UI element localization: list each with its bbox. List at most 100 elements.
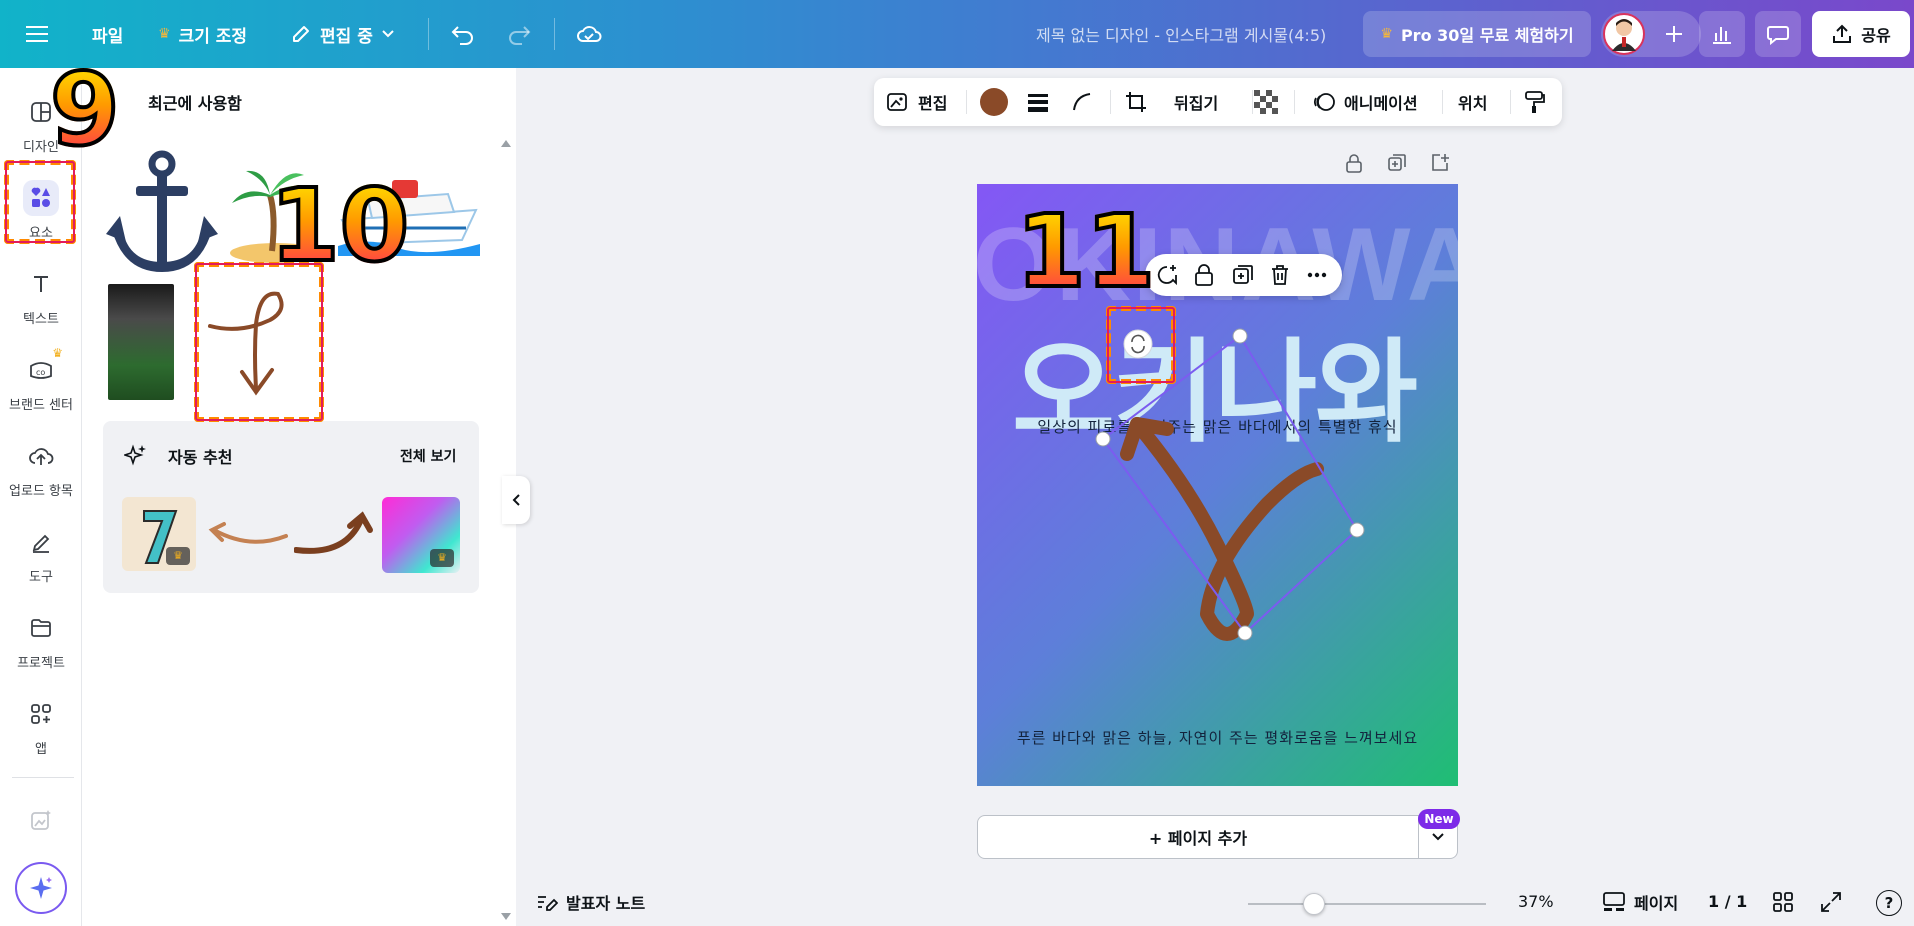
insights-button[interactable] [1699,11,1745,57]
fullscreen-button[interactable] [1820,891,1842,913]
pro-trial-label: Pro 30일 무료 체험하기 [1400,26,1574,45]
lock-page-button[interactable] [1335,144,1373,182]
scroll-down-arrow[interactable] [500,912,512,922]
help-icon: ? [1884,894,1894,912]
see-all-link[interactable]: 전체 보기 [400,446,456,466]
trash-icon [1272,265,1288,285]
chevron-down-icon [1432,833,1444,841]
help-button[interactable]: ? [1876,890,1902,916]
delete-element-button[interactable] [1269,263,1291,287]
recent-element-stadium-photo[interactable] [108,284,174,400]
share-button[interactable]: 공유 [1812,11,1910,57]
add-page-icon [1432,154,1449,171]
rail-item-uploads[interactable]: 업로드 항목 [0,438,82,499]
rail-item-text[interactable]: 텍스트 [0,266,82,327]
resize-button[interactable]: ♛ 크기 조정 [158,0,247,68]
rail-item-tools[interactable]: 도구 [0,524,82,585]
redo-button[interactable] [506,0,532,68]
collaborators-group[interactable] [1601,11,1701,57]
position-button[interactable]: 위치 [1458,78,1487,126]
pages-label: 페이지 [1634,894,1679,913]
upload-share-icon [1833,24,1852,43]
grid-icon [1773,892,1793,912]
collapse-panel-button[interactable] [502,476,530,524]
copy-style-button[interactable] [1524,78,1546,126]
folder-icon [23,610,59,646]
presenter-notes-button[interactable]: 발표자 노트 [536,890,645,914]
resize-label: 크기 조정 [178,26,248,47]
magic-media-icon[interactable] [29,808,53,832]
add-page-icon-button[interactable] [1421,144,1459,182]
resize-handle[interactable] [1237,625,1253,641]
flip-label: 뒤집기 [1174,94,1219,113]
sparkles-icon [124,443,148,467]
animate-button[interactable]: 애니메이션 [1312,78,1418,126]
expand-icon [1821,892,1841,912]
line-weight-button[interactable] [1026,78,1050,126]
lock-element-button[interactable] [1193,263,1215,287]
context-toolbar: 편집 뒤집기 애니메이션 위치 [874,78,1562,126]
animate-label: 애니메이션 [1344,94,1418,113]
recent-element-anchor[interactable] [104,150,220,278]
save-status-button[interactable] [576,0,602,68]
divider [1110,90,1111,114]
resize-handle[interactable] [1095,431,1111,447]
scroll-up-arrow[interactable] [500,138,512,148]
main-menu-button[interactable] [26,0,48,68]
duplicate-element-button[interactable] [1231,263,1255,287]
avatar[interactable] [1603,13,1645,55]
divider [1252,90,1253,114]
comment-icon [1767,26,1789,45]
zoom-slider[interactable] [1248,903,1486,905]
rail-item-label: 텍스트 [23,312,59,327]
pages-view-button[interactable]: 페이지 [1602,890,1678,914]
zoom-slider-thumb[interactable] [1303,893,1326,915]
editing-mode-dropdown[interactable]: 편집 중 [290,0,395,68]
zoom-value[interactable]: 37% [1518,892,1554,911]
rail-item-brand[interactable]: co ♛ 브랜드 센터 [0,346,82,413]
bar-chart-icon [1713,27,1731,44]
suggested-hooked-arrow[interactable] [294,510,376,560]
suggested-curved-arrow[interactable] [206,512,288,556]
pro-trial-button[interactable]: ♛ Pro 30일 무료 체험하기 [1363,11,1591,57]
document-title[interactable]: 제목 없는 디자인 - 인스타그램 게시물(4:5) [1036,0,1326,68]
redo-icon [509,26,531,45]
annotation-box-11 [1106,306,1176,384]
rail-item-projects[interactable]: 프로젝트 [0,610,82,671]
annotation-number-10: 10 [268,167,411,284]
curve-button[interactable] [1070,78,1094,126]
position-label: 위치 [1458,94,1488,113]
paint-roller-icon [1525,91,1545,113]
suggested-gradient-square[interactable]: ♛ [382,497,460,573]
comments-button[interactable] [1755,11,1801,57]
element-quick-actions [1145,254,1342,296]
top-bar: 파일 ♛ 크기 조정 편집 중 제목 없는 디자인 - 인스타그램 게시물(4:… [0,0,1914,68]
presenter-notes-label: 발표자 노트 [566,894,646,913]
crop-button[interactable] [1124,78,1148,126]
annotation-box-9 [4,160,76,244]
share-label: 공유 [1861,26,1891,45]
resize-handle[interactable] [1232,328,1248,344]
hook-arrow-up-icon [294,511,373,554]
grid-view-button[interactable] [1772,891,1794,913]
transparency-button[interactable] [1254,78,1278,126]
edit-image-button[interactable]: 편집 [886,78,947,126]
rail-item-apps[interactable]: 앱 [0,696,82,757]
lock-icon [1195,264,1213,286]
rail-item-label: 브랜드 센터 [9,398,73,413]
resize-handle[interactable] [1349,522,1365,538]
flip-button[interactable]: 뒤집기 [1174,78,1218,126]
crown-icon: ♛ [1380,26,1393,42]
magic-assistant-button[interactable] [15,862,67,914]
duplicate-page-button[interactable] [1378,144,1416,182]
image-edit-icon [887,93,907,111]
rail-item-label: 업로드 항목 [9,484,73,499]
color-button[interactable] [980,78,1008,126]
notes-pencil-icon [538,896,558,911]
undo-button[interactable] [450,0,476,68]
add-page-button[interactable]: + 페이지 추가 [978,816,1418,858]
more-options-button[interactable] [1305,263,1329,287]
add-comment-button[interactable] [1155,263,1179,287]
suggested-number-seven[interactable]: ♛ [122,497,196,571]
avatar-illustration-icon [1612,19,1636,51]
